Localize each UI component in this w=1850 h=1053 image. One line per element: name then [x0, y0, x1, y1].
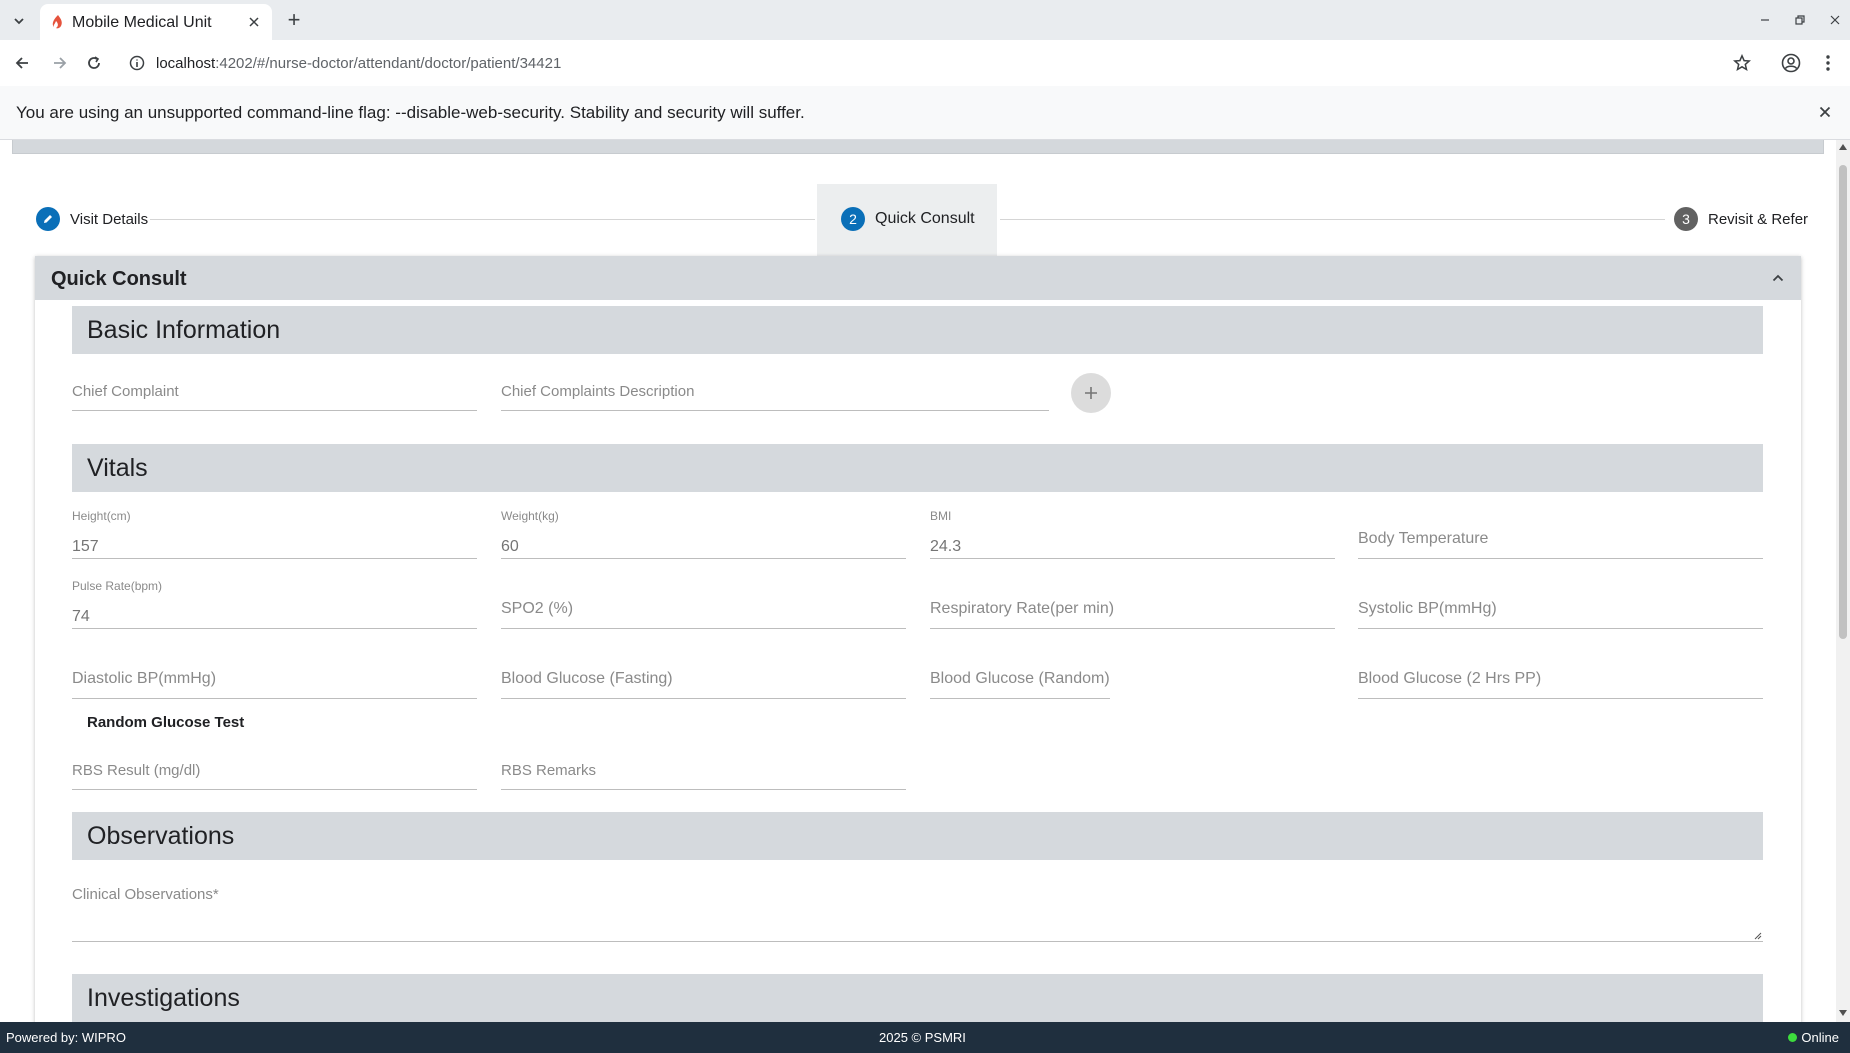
section-title: Observations — [87, 822, 235, 850]
section-title: Investigations — [87, 984, 240, 1012]
blood-glucose-random-input[interactable]: Blood Glucose (Random) — [930, 649, 1110, 699]
pulse-rate-input[interactable]: Pulse Rate(bpm) 74 — [72, 579, 477, 629]
back-icon[interactable] — [10, 51, 34, 75]
diastolic-bp-input[interactable]: Diastolic BP(mmHg) — [72, 649, 477, 699]
blood-glucose-fasting-input[interactable]: Blood Glucose (Fasting) — [501, 649, 906, 699]
chief-complaint-input[interactable]: Chief Complaint — [72, 361, 477, 411]
online-indicator-icon — [1788, 1033, 1798, 1042]
connection-status: Online — [1788, 1030, 1839, 1045]
new-tab-button[interactable]: + — [282, 7, 306, 32]
scrollbar-thumb[interactable] — [1839, 165, 1847, 639]
rbs-result-input[interactable]: RBS Result (mg/dl) — [72, 740, 477, 790]
step-label: Quick Consult — [875, 210, 975, 227]
bmi-input[interactable]: BMI 24.3 — [930, 509, 1335, 559]
infobar-close-icon[interactable] — [1814, 101, 1836, 123]
panel-title: Quick Consult — [51, 268, 187, 290]
forward-icon[interactable] — [48, 51, 72, 75]
section-vitals: Vitals — [72, 444, 1763, 492]
address-bar[interactable]: localhost:4202/#/nurse-doctor/attendant/… — [118, 45, 1738, 81]
stepper-line — [150, 219, 815, 220]
app-footer: Powered by: WIPRO 2025 © PSMRI Online — [0, 1022, 1850, 1053]
browser-tab[interactable]: Mobile Medical Unit — [40, 4, 272, 40]
profile-icon[interactable] — [1779, 51, 1803, 75]
body-temperature-input[interactable]: Body Temperature — [1358, 509, 1763, 559]
section-title: Vitals — [87, 454, 148, 482]
step-label: Visit Details — [70, 210, 149, 228]
page-content: Visit Details 2 Quick Consult 3 Revisit … — [0, 140, 1850, 1022]
stepper-line — [1000, 219, 1665, 220]
tab-close-icon[interactable] — [246, 14, 262, 30]
section-investigations: Investigations — [72, 974, 1763, 1022]
status-text: Online — [1801, 1030, 1839, 1045]
window-close-icon[interactable] — [1825, 10, 1845, 30]
step-number: 3 — [1674, 207, 1698, 231]
add-complaint-button[interactable] — [1071, 373, 1111, 413]
spo2-input[interactable]: SPO2 (%) — [501, 579, 906, 629]
systolic-bp-input[interactable]: Systolic BP(mmHg) — [1358, 579, 1763, 629]
browser-toolbar: localhost:4202/#/nurse-doctor/attendant/… — [0, 40, 1850, 86]
random-glucose-heading: Random Glucose Test — [87, 714, 245, 731]
browser-tab-bar: Mobile Medical Unit + — [0, 0, 1850, 40]
scroll-up-arrow-icon[interactable] — [1839, 143, 1847, 151]
chief-complaint-description-input[interactable]: Chief Complaints Description — [501, 361, 1049, 411]
menu-kebab-icon[interactable] — [1816, 51, 1840, 75]
section-title: Basic Information — [87, 316, 281, 344]
powered-by-text: Powered by: WIPRO — [6, 1030, 126, 1045]
url-text: localhost:4202/#/nurse-doctor/attendant/… — [156, 55, 562, 72]
step-revisit-refer[interactable]: 3 Revisit & Refer — [1674, 207, 1808, 231]
respiratory-rate-input[interactable]: Respiratory Rate(per min) — [930, 579, 1335, 629]
clinical-observations-textarea[interactable]: Clinical Observations* — [72, 880, 1763, 942]
resize-handle-icon[interactable] — [1753, 931, 1763, 941]
restore-icon[interactable] — [1790, 10, 1810, 30]
scroll-down-arrow-icon[interactable] — [1839, 1009, 1847, 1017]
header-strip — [12, 140, 1824, 154]
panel-header[interactable]: Quick Consult — [35, 256, 1801, 300]
section-observations: Observations — [72, 812, 1763, 860]
minimize-icon[interactable] — [1755, 10, 1775, 30]
reload-icon[interactable] — [82, 51, 106, 75]
copyright-text: 2025 © PSMRI — [879, 1030, 966, 1045]
tab-title: Mobile Medical Unit — [72, 14, 212, 31]
edit-pencil-icon — [36, 207, 60, 231]
bookmark-star-icon[interactable] — [1730, 51, 1754, 75]
favicon-icon — [50, 14, 66, 30]
tab-search-icon[interactable] — [8, 10, 30, 32]
rbs-remarks-input[interactable]: RBS Remarks — [501, 740, 906, 790]
blood-glucose-2hrs-input[interactable]: Blood Glucose (2 Hrs PP) — [1358, 649, 1763, 699]
infobar-message: You are using an unsupported command-lin… — [16, 103, 805, 122]
warning-infobar: You are using an unsupported command-lin… — [0, 86, 1850, 140]
site-info-icon[interactable] — [128, 54, 146, 72]
step-number: 2 — [841, 207, 865, 231]
section-basic-information: Basic Information — [72, 306, 1763, 354]
step-label: Revisit & Refer — [1708, 210, 1809, 228]
height-input[interactable]: Height(cm) 157 — [72, 509, 477, 559]
weight-input[interactable]: Weight(kg) 60 — [501, 509, 906, 559]
step-quick-consult[interactable]: 2 Quick Consult — [841, 207, 975, 231]
chevron-up-icon[interactable] — [1768, 268, 1788, 288]
step-visit-details[interactable]: Visit Details — [36, 207, 148, 231]
